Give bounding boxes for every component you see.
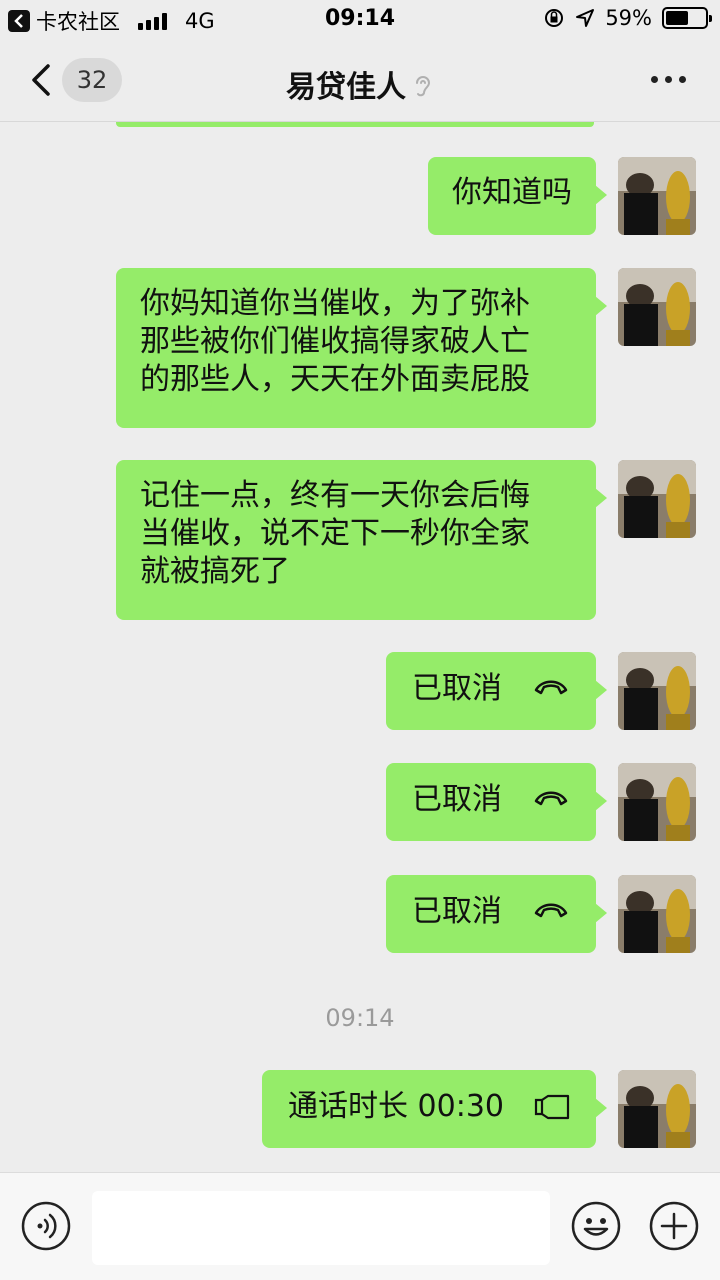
message-line: 你妈知道你当催收，为了弥补 <box>140 286 530 321</box>
message-bubble[interactable]: 你知道吗 <box>428 157 607 235</box>
call-status-text: 已取消 <box>412 782 502 817</box>
input-bar <box>0 1172 720 1280</box>
message-row: 你知道吗 <box>428 157 696 235</box>
avatar-image <box>618 1070 696 1148</box>
hangup-phone-icon <box>534 903 568 918</box>
message-line: 就被搞死了 <box>140 554 290 589</box>
call-status-text: 已取消 <box>412 671 502 706</box>
call-status-text: 已取消 <box>412 894 502 929</box>
avatar-image <box>618 763 696 841</box>
message-line: 当催收，说不定下一秒你全家 <box>140 516 530 551</box>
call-cancelled-bubble[interactable]: 已取消 <box>386 875 607 953</box>
avatar[interactable] <box>618 652 696 730</box>
call-cancelled-bubble[interactable]: 已取消 <box>386 652 607 730</box>
message-line: 记住一点，终有一天你会后悔 <box>140 478 530 513</box>
message-row: 已取消 <box>386 875 696 953</box>
chat-title: 易贷佳人 <box>0 62 720 106</box>
avatar-image <box>618 157 696 235</box>
chat-header: 32 易贷佳人 <box>0 40 720 122</box>
message-line: 那些被你们催收搞得家破人亡 <box>140 324 530 359</box>
avatar[interactable] <box>618 763 696 841</box>
message-row: 你妈知道你当催收，为了弥补 那些被你们催收搞得家破人亡 的那些人，天天在外面卖屁… <box>116 268 696 428</box>
chat-title-text: 易贷佳人 <box>286 70 406 105</box>
avatar-image <box>618 875 696 953</box>
more-options-icon[interactable] <box>651 76 686 83</box>
earpiece-mode-icon <box>416 76 431 97</box>
emoji-icon[interactable] <box>570 1200 622 1252</box>
message-row: 已取消 <box>386 652 696 730</box>
avatar-image <box>618 460 696 538</box>
message-bubble[interactable]: 你妈知道你当催收，为了弥补 那些被你们催收搞得家破人亡 的那些人，天天在外面卖屁… <box>116 268 607 428</box>
hangup-phone-icon <box>534 680 568 695</box>
avatar[interactable] <box>618 875 696 953</box>
status-bar: 卡农社区 4G 09:14 59% <box>0 0 720 40</box>
message-line: 的那些人，天天在外面卖屁股 <box>140 362 530 397</box>
phone-call-icon <box>534 1094 570 1120</box>
message-row: 已取消 <box>386 763 696 841</box>
status-right: 59% <box>543 6 712 30</box>
avatar-image <box>618 268 696 346</box>
message-text: 你知道吗 <box>452 175 572 210</box>
location-icon <box>576 9 595 27</box>
avatar[interactable] <box>618 460 696 538</box>
message-input[interactable] <box>92 1191 550 1265</box>
avatar[interactable] <box>618 1070 696 1148</box>
avatar[interactable] <box>618 268 696 346</box>
hangup-phone-icon <box>534 791 568 806</box>
avatar-image <box>618 652 696 730</box>
partial-message-bubble <box>116 122 594 127</box>
call-cancelled-bubble[interactable]: 已取消 <box>386 763 607 841</box>
call-duration-text: 通话时长 00:30 <box>288 1089 504 1124</box>
battery-icon <box>662 7 712 29</box>
chat-timestamp: 09:14 <box>325 1004 395 1032</box>
avatar[interactable] <box>618 157 696 235</box>
battery-percent: 59% <box>605 6 652 30</box>
orientation-lock-icon <box>545 9 564 27</box>
message-bubble[interactable]: 记住一点，终有一天你会后悔 当催收，说不定下一秒你全家 就被搞死了 <box>116 460 607 620</box>
plus-icon[interactable] <box>648 1200 700 1252</box>
voice-input-icon[interactable] <box>20 1200 72 1252</box>
call-duration-bubble[interactable]: 通话时长 00:30 <box>262 1070 607 1148</box>
message-row: 记住一点，终有一天你会后悔 当催收，说不定下一秒你全家 就被搞死了 <box>116 460 696 620</box>
message-row: 通话时长 00:30 <box>262 1070 696 1148</box>
